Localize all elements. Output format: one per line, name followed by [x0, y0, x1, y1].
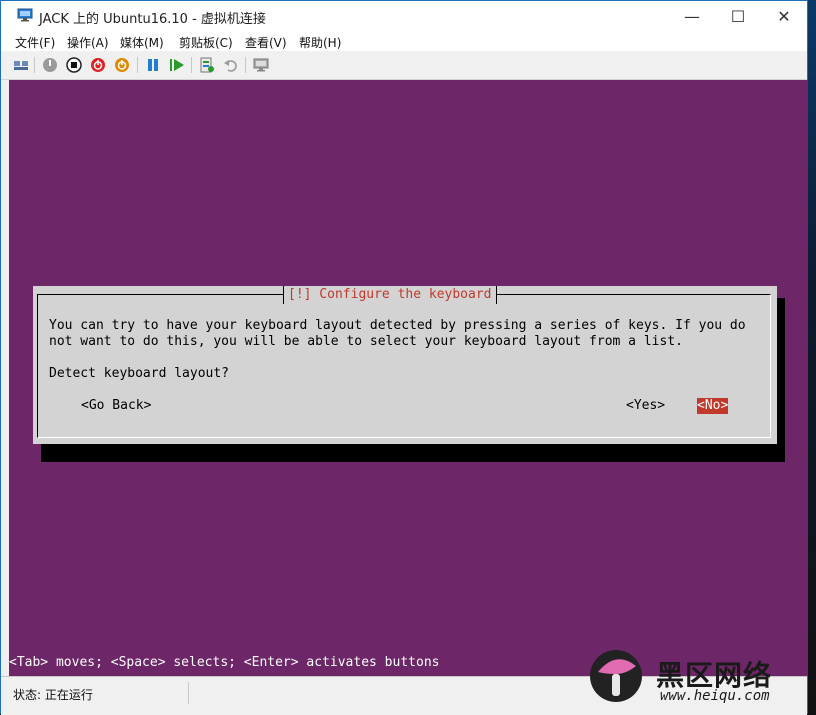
menu-view[interactable]: 查看(V) [245, 34, 287, 51]
minimize-button[interactable]: — [669, 1, 715, 31]
toolbar [1, 51, 807, 80]
help-line: <Tab> moves; <Space> selects; <Enter> ac… [9, 655, 440, 670]
yes-button[interactable]: <Yes> [626, 398, 665, 414]
reset-icon[interactable] [169, 57, 185, 73]
dialog-question: Detect keyboard layout? [49, 366, 230, 381]
window-title: JACK 上的 Ubuntu16.10 - 虚拟机连接 [39, 12, 266, 27]
dialog-body-line-1: You can try to have your keyboard layout… [49, 318, 746, 333]
menu-help[interactable]: 帮助(H) [299, 34, 341, 51]
menu-file[interactable]: 文件(F) [15, 34, 55, 51]
menu-bar: 文件(F) 操作(A) 媒体(M) 剪贴板(C) 查看(V) 帮助(H) [1, 31, 807, 51]
enhanced-session-icon[interactable] [253, 57, 269, 73]
toolbar-separator [34, 57, 35, 73]
desktop-background-edge [808, 0, 816, 714]
turn-off-icon[interactable] [66, 57, 82, 73]
menu-media[interactable]: 媒体(M) [120, 34, 164, 51]
dialog-title: [!] Configure the keyboard [283, 286, 497, 304]
start-icon[interactable] [42, 57, 58, 73]
pause-icon[interactable] [145, 57, 161, 73]
toolbar-separator [245, 57, 246, 73]
title-bar: JACK 上的 Ubuntu16.10 - 虚拟机连接 — ☐ ✕ [1, 1, 807, 31]
menu-clipboard[interactable]: 剪贴板(C) [179, 34, 233, 51]
vm-connection-window: JACK 上的 Ubuntu16.10 - 虚拟机连接 — ☐ ✕ 文件(F) … [0, 0, 808, 715]
status-text: 状态: 正在运行 [13, 688, 93, 702]
go-back-button[interactable]: <Go Back> [81, 398, 151, 414]
vm-connection-icon [17, 8, 33, 22]
menu-action[interactable]: 操作(A) [67, 34, 109, 51]
watermark-url: www.heiqu.com [660, 688, 770, 704]
checkpoint-icon[interactable] [199, 57, 215, 73]
no-button[interactable]: <No> [697, 398, 729, 414]
ctrl-alt-del-icon[interactable] [13, 57, 29, 73]
close-button[interactable]: ✕ [761, 1, 807, 31]
maximize-button[interactable]: ☐ [715, 1, 761, 31]
dialog-body-line-2: not want to do this, you will be able to… [49, 334, 683, 349]
status-separator [188, 682, 189, 704]
toolbar-separator [191, 57, 192, 73]
shutdown-icon[interactable] [90, 57, 106, 73]
vm-screen[interactable]: [!] Configure the keyboard You can try t… [9, 80, 808, 676]
configure-keyboard-dialog: [!] Configure the keyboard You can try t… [33, 286, 777, 444]
power-icon[interactable] [114, 57, 130, 73]
revert-icon[interactable] [223, 57, 239, 73]
toolbar-separator [137, 57, 138, 73]
